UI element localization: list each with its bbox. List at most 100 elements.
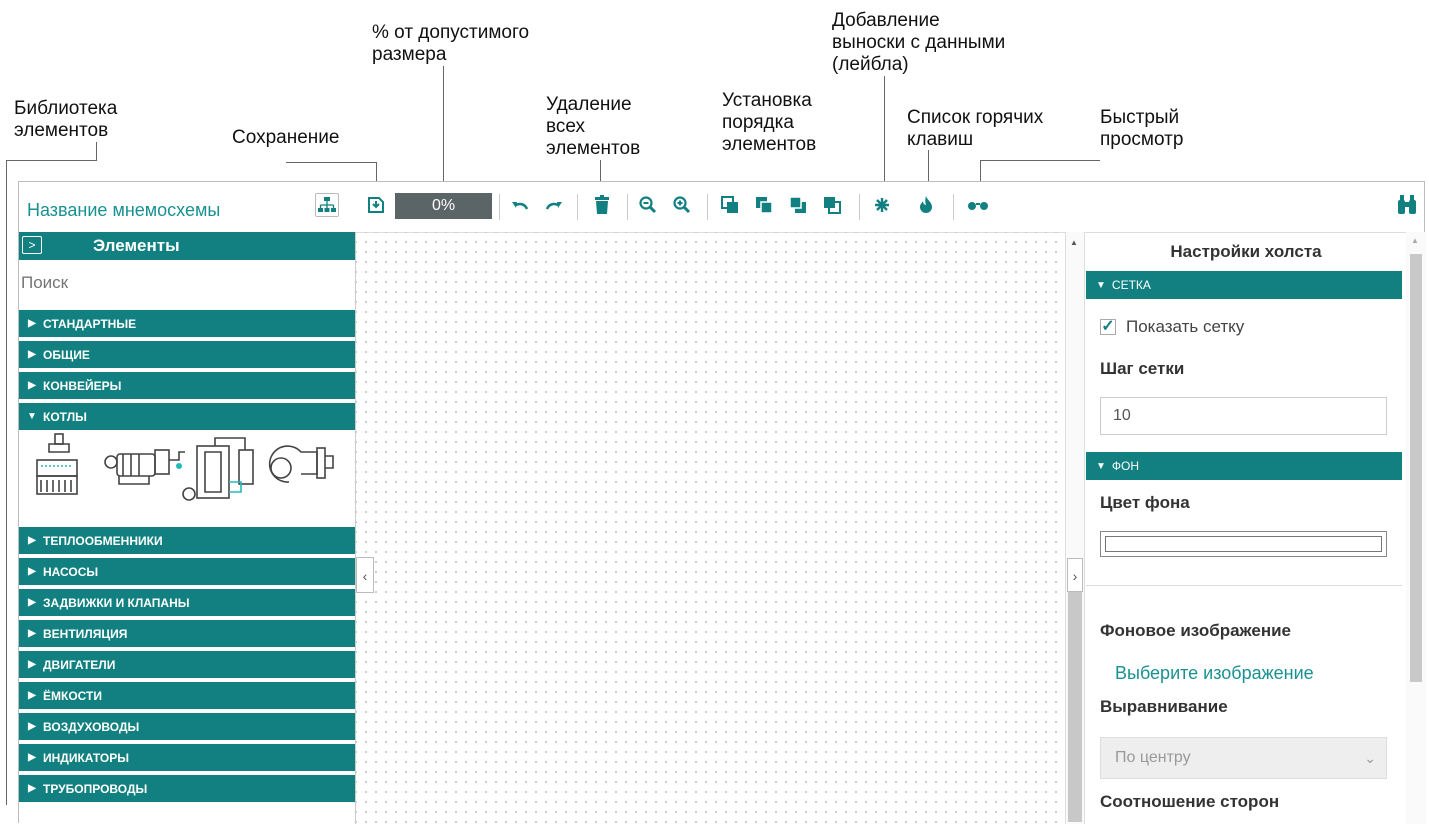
editor-window: Название мнемосхемы 0% > Элементы Поиск … [18, 181, 1426, 824]
annotation-save: Сохранение [232, 127, 340, 148]
leader-library [96, 142, 97, 160]
annotation-delete-all: Удаление всех элементов [546, 94, 641, 159]
category-pumps[interactable]: ▶ НАСОСЫ [19, 556, 355, 585]
canvas-settings-title: Настройки холста [1170, 242, 1322, 261]
size-percent-indicator: 0% [395, 193, 492, 219]
category-label: ИНДИКАТОРЫ [43, 750, 129, 765]
search-input[interactable] [19, 262, 355, 304]
leader-percent [443, 66, 444, 190]
separator [953, 194, 954, 220]
category-label: КОТЛЫ [43, 409, 87, 424]
send-backward-icon[interactable] [787, 194, 809, 216]
chevron-down-icon: ⌄ [1364, 750, 1376, 766]
category-label: ЁМКОСТИ [43, 688, 103, 703]
leader-library-h [6, 160, 97, 161]
zoom-out-icon[interactable] [637, 194, 659, 216]
annotation-hotkeys: Список горячих клавиш [907, 107, 1044, 150]
divider [1086, 585, 1402, 586]
category-tanks[interactable]: ▶ ЁМКОСТИ [19, 680, 355, 709]
category-label: ВЕНТИЛЯЦИЯ [43, 626, 128, 641]
settings-scrollbar[interactable]: ▲ [1406, 232, 1426, 824]
show-grid-label: Показать сетку [1126, 317, 1245, 336]
grid-step-input[interactable]: 10 [1100, 397, 1387, 435]
leader-library-v [6, 160, 7, 805]
category-conveyors[interactable]: ▶ КОНВЕЙЕРЫ [19, 370, 355, 399]
canvas-scroll-thumb[interactable] [1068, 592, 1082, 822]
bring-forward-icon[interactable] [753, 194, 775, 216]
separator [859, 194, 860, 220]
zoom-in-icon[interactable] [671, 194, 693, 216]
canvas-scrollbar[interactable]: ▲ [1065, 232, 1085, 824]
category-ventilation[interactable]: ▶ ВЕНТИЛЯЦИЯ [19, 618, 355, 647]
category-motors[interactable]: ▶ ДВИГАТЕЛИ [19, 649, 355, 678]
grid-step-label: Шаг сетки [1100, 359, 1185, 378]
boilers-element-gallery [19, 432, 355, 524]
align-label: Выравнивание [1100, 697, 1228, 716]
section-label: ФОН [1111, 459, 1140, 473]
separator [577, 194, 578, 220]
drawing-canvas[interactable] [356, 232, 1065, 824]
show-grid-checkbox[interactable]: ✓ [1100, 319, 1116, 335]
align-select-value: По центру [1115, 749, 1191, 766]
category-label: ДВИГАТЕЛИ [43, 657, 116, 672]
bring-to-front-icon[interactable] [719, 194, 741, 216]
category-indicators[interactable]: ▶ ИНДИКАТОРЫ [19, 742, 355, 771]
leader-label [884, 76, 885, 190]
aspect-ratio-label: Соотношение сторон [1100, 792, 1280, 811]
category-label: ОБЩИЕ [43, 347, 90, 362]
category-label: НАСОСЫ [43, 564, 99, 579]
bg-color-label: Цвет фона [1100, 493, 1190, 512]
settings-scroll-thumb[interactable] [1410, 254, 1422, 682]
collapse-right-panel-button[interactable]: › [1067, 558, 1083, 592]
category-boilers[interactable]: ▼ КОТЛЫ [19, 401, 355, 430]
separator [707, 194, 708, 220]
category-pipelines[interactable]: ▶ ТРУБОПРОВОДЫ [19, 773, 355, 802]
annotation-library: Библиотека элементов [14, 98, 118, 141]
collapse-left-panel-button[interactable]: ‹ [356, 557, 374, 593]
category-label: ВОЗДУХОВОДЫ [43, 719, 140, 734]
section-grid[interactable]: ▼ СЕТКА [1086, 271, 1402, 299]
quick-view-icon[interactable] [967, 194, 989, 216]
category-standard[interactable]: ▶ СТАНДАРТНЫЕ [19, 308, 355, 337]
elements-library-panel: > Элементы ▶СТАНДАРТНЫЕ ▶ОБЩИЕ ▶КОНВЕЙЕР… [19, 232, 356, 824]
bg-image-label: Фоновое изображение [1100, 621, 1291, 640]
expand-panel-button[interactable]: > [22, 236, 42, 254]
boiler-element-4 [268, 445, 334, 483]
section-label: СЕТКА [1111, 278, 1151, 292]
undo-icon[interactable] [509, 194, 531, 216]
elements-title: Элементы [93, 236, 180, 255]
category-valves[interactable]: ▶ ЗАДВИЖКИ И КЛАПАНЫ [19, 587, 355, 616]
scheme-name[interactable]: Название мнемосхемы [27, 200, 220, 221]
align-select[interactable]: По центру ⌄ [1100, 737, 1387, 779]
category-label: ТЕПЛООБМЕННИКИ [43, 533, 163, 548]
section-background[interactable]: ▼ ФОН [1086, 452, 1402, 480]
category-common[interactable]: ▶ ОБЩИЕ [19, 339, 355, 368]
binoculars-icon[interactable] [1396, 194, 1418, 222]
hotkeys-icon[interactable] [915, 194, 937, 216]
category-label: ТРУБОПРОВОДЫ [43, 781, 148, 796]
scroll-up-icon[interactable]: ▲ [1070, 238, 1078, 247]
annotation-label: Добавление выноски с данными (лейбла) [832, 10, 1006, 75]
separator [499, 194, 500, 220]
category-air-ducts[interactable]: ▶ ВОЗДУХОВОДЫ [19, 711, 355, 740]
leader-save-h [286, 162, 377, 163]
redo-icon[interactable] [543, 194, 565, 216]
separator [627, 194, 628, 220]
label-callout-icon[interactable] [871, 194, 893, 216]
scroll-up-icon[interactable]: ▲ [1411, 236, 1419, 245]
boiler-element-1 [36, 433, 78, 495]
category-heat-exchangers[interactable]: ▶ ТЕПЛООБМЕННИКИ [19, 525, 355, 554]
category-label: СТАНДАРТНЫЕ [43, 316, 137, 331]
send-to-back-icon[interactable] [821, 194, 843, 216]
boiler-element-3 [182, 437, 254, 501]
bg-color-picker[interactable] [1100, 531, 1387, 557]
sitemap-icon[interactable] [315, 193, 339, 217]
trash-icon[interactable] [591, 194, 613, 216]
choose-image-link[interactable]: Выберите изображение [1115, 663, 1314, 684]
annotation-quick-view: Быстрый просмотр [1100, 107, 1184, 150]
boiler-element-2 [104, 449, 185, 485]
canvas-settings-panel: Настройки холста ▼ СЕТКА ✓ Показать сетку… [1086, 232, 1406, 824]
save-icon[interactable] [365, 194, 387, 216]
annotation-order: Установка порядка элементов [722, 90, 817, 155]
category-label: ЗАДВИЖКИ И КЛАПАНЫ [43, 595, 190, 610]
